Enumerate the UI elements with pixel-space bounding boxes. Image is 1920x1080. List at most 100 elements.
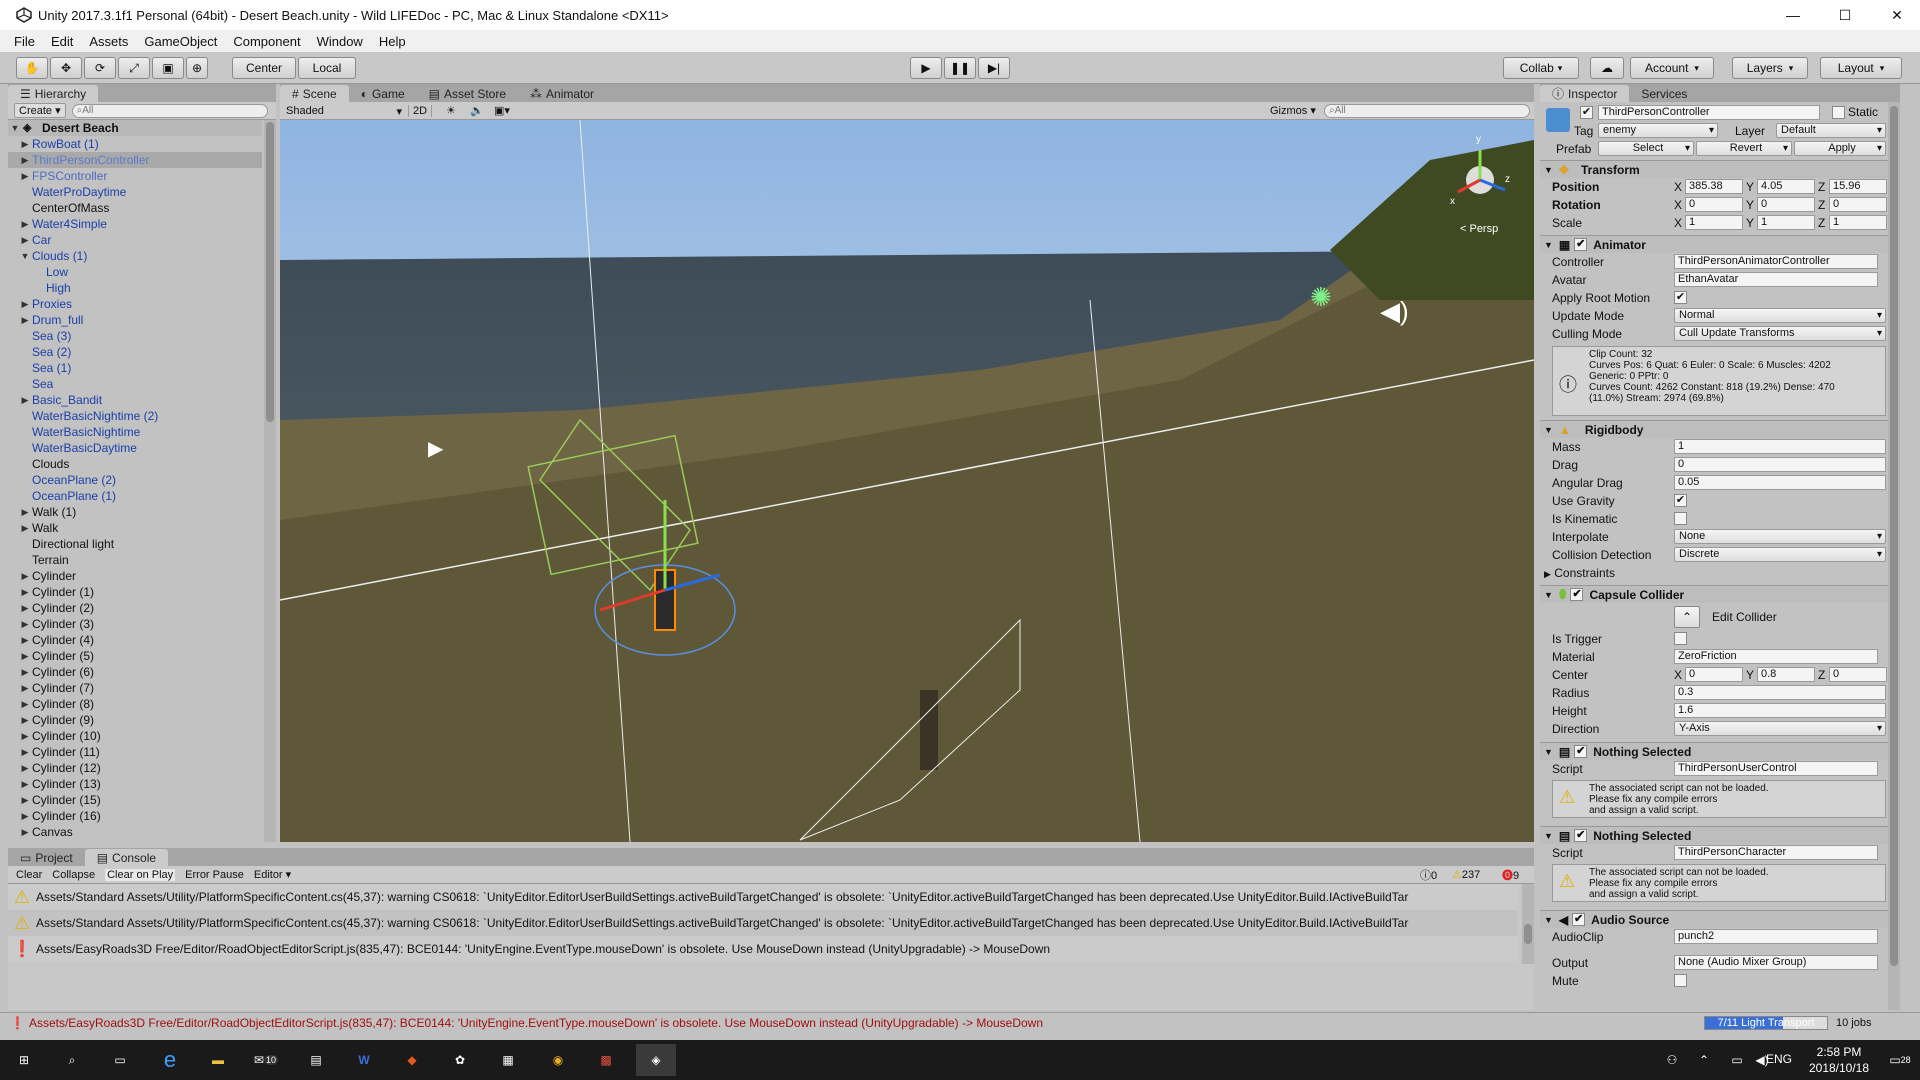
bandit-character[interactable] xyxy=(920,690,938,770)
create-dropdown[interactable]: Create ▾ xyxy=(14,103,66,118)
console-scroll-thumb[interactable] xyxy=(1524,924,1532,944)
radius-field[interactable]: 0.3 xyxy=(1674,685,1886,700)
account-button[interactable]: Account ▾ xyxy=(1630,57,1714,79)
hierarchy-item[interactable]: ▶ Walk (1) xyxy=(8,504,262,520)
chrome-button[interactable]: ◉ xyxy=(538,1044,578,1076)
rotate-tool-button[interactable]: ⟳ xyxy=(84,57,116,79)
chevron-right-icon[interactable]: ▶ xyxy=(20,744,30,760)
hierarchy-item[interactable]: ▶ FPSController xyxy=(8,168,262,184)
tab-asset-store[interactable]: ▤ Asset Store xyxy=(417,85,518,102)
hierarchy-item[interactable]: ▶ Cylinder (6) xyxy=(8,664,262,680)
hierarchy-item[interactable]: ▶ Drum_full xyxy=(8,312,262,328)
prefab-apply-button[interactable]: Apply xyxy=(1794,141,1886,156)
error-pause-button[interactable]: Error Pause xyxy=(185,869,244,881)
script1-header[interactable]: ▼ ▤ ✔ Nothing Selected xyxy=(1540,742,1900,760)
interpolate-dropdown[interactable]: None xyxy=(1674,529,1886,544)
avatar-field[interactable]: EthanAvatar xyxy=(1674,272,1878,287)
pause-button[interactable]: ❚❚ xyxy=(944,57,976,79)
hierarchy-item[interactable]: ▶ Cylinder (4) xyxy=(8,632,262,648)
app-button-4[interactable]: ▩ xyxy=(586,1044,626,1076)
hierarchy-item[interactable]: ▶ Water4Simple xyxy=(8,216,262,232)
position-z-field[interactable]: 15.96 xyxy=(1829,179,1887,194)
hierarchy-item[interactable]: ▶ Cylinder (15) xyxy=(8,792,262,808)
close-button[interactable]: ✕ xyxy=(1874,0,1920,30)
tab-hierarchy[interactable]: ☰ Hierarchy xyxy=(8,85,99,102)
layout-button[interactable]: Layout ▾ xyxy=(1820,57,1902,79)
constraints-row[interactable]: ▶ Constraints xyxy=(1544,566,1615,580)
network-button[interactable]: ▭ xyxy=(1724,1044,1750,1076)
x-axis-label[interactable]: X xyxy=(1674,198,1682,212)
menu-edit[interactable]: Edit xyxy=(51,34,73,49)
hierarchy-item[interactable]: Sea (1) xyxy=(8,360,262,376)
prefab-select-button[interactable]: Select xyxy=(1598,141,1694,156)
scale-y-field[interactable]: 1 xyxy=(1757,215,1815,230)
menu-file[interactable]: File xyxy=(14,34,35,49)
chevron-right-icon[interactable]: ▶ xyxy=(20,600,30,616)
app-button[interactable]: ▤ xyxy=(296,1044,336,1076)
hierarchy-item[interactable]: ▶ Cylinder (16) xyxy=(8,808,262,824)
clock[interactable]: 2:58 PM 2018/10/18 xyxy=(1800,1044,1878,1076)
chevron-right-icon[interactable]: ▶ xyxy=(20,632,30,648)
chevron-right-icon[interactable]: ▶ xyxy=(20,792,30,808)
step-button[interactable]: ▶| xyxy=(978,57,1010,79)
audio-source-header[interactable]: ▼ ◀ ✔ Audio Source xyxy=(1540,910,1900,928)
rotation-x-field[interactable]: 0 xyxy=(1685,197,1743,212)
rect-tool-button[interactable]: ▣ xyxy=(152,57,184,79)
edge-button[interactable]: e xyxy=(150,1044,190,1076)
chevron-right-icon[interactable]: ▶ xyxy=(20,664,30,680)
hierarchy-item[interactable]: ▶ Cylinder (5) xyxy=(8,648,262,664)
hierarchy-item[interactable]: Directional light xyxy=(8,536,262,552)
collapse-button[interactable]: Collapse xyxy=(52,869,95,881)
minimize-button[interactable]: — xyxy=(1770,0,1816,30)
rotation-y-field[interactable]: 0 xyxy=(1757,197,1815,212)
word-button[interactable]: W xyxy=(344,1044,384,1076)
menu-window[interactable]: Window xyxy=(317,34,363,49)
hierarchy-item[interactable]: OceanPlane (2) xyxy=(8,472,262,488)
hierarchy-item[interactable]: ▶ Walk xyxy=(8,520,262,536)
clear-button[interactable]: Clear xyxy=(16,869,42,881)
position-x-field[interactable]: 385.38 xyxy=(1685,179,1743,194)
gizmos-dropdown[interactable]: Gizmos ▾ xyxy=(1270,104,1316,117)
hierarchy-item[interactable]: Low xyxy=(8,264,262,280)
hierarchy-item[interactable]: OceanPlane (1) xyxy=(8,488,262,504)
hierarchy-item[interactable]: Clouds xyxy=(8,456,262,472)
search-button[interactable]: ⌕ xyxy=(52,1044,92,1076)
mail-button[interactable]: ✉ 10 xyxy=(246,1044,286,1076)
y-axis-label[interactable]: Y xyxy=(1746,180,1754,194)
shading-dropdown[interactable]: Shaded ▾ xyxy=(286,105,402,118)
chevron-right-icon[interactable]: ▶ xyxy=(20,232,30,248)
hierarchy-item[interactable]: ▶ Cylinder (9) xyxy=(8,712,262,728)
transform-header[interactable]: ▼ ✥ Transform xyxy=(1540,160,1900,178)
cloud-button[interactable]: ☁ xyxy=(1590,57,1624,79)
people-button[interactable]: ⚇ xyxy=(1652,1044,1692,1076)
tab-animator[interactable]: ⁂ Animator xyxy=(518,85,606,102)
tab-services[interactable]: Services xyxy=(1629,85,1699,102)
collision-detection-dropdown[interactable]: Discrete xyxy=(1674,547,1886,562)
chevron-right-icon[interactable]: ▶ xyxy=(20,616,30,632)
chevron-right-icon[interactable]: ▶ xyxy=(20,584,30,600)
audioclip-field[interactable]: punch2 xyxy=(1674,929,1878,944)
editor-dropdown[interactable]: Editor ▾ xyxy=(254,868,291,881)
hierarchy-item[interactable]: CenterOfMass xyxy=(8,200,262,216)
transform-tool-button[interactable]: ⊕ xyxy=(186,57,208,79)
app-button-3[interactable]: ✿ xyxy=(440,1044,480,1076)
log-row[interactable]: ⚠ Assets/Standard Assets/Utility/Platform… xyxy=(8,910,1518,936)
tab-game[interactable]: ◐ Game xyxy=(349,85,417,102)
hierarchy-item[interactable]: ▶ Basic_Bandit xyxy=(8,392,262,408)
scene-viewport[interactable]: ▶ ✺ ◀) y x z < Persp xyxy=(280,120,1534,842)
capsule-enabled-checkbox[interactable]: ✔ xyxy=(1570,588,1584,601)
use-gravity-checkbox[interactable]: ✔ xyxy=(1674,494,1687,507)
hierarchy-item[interactable]: ▶ Cylinder (10) xyxy=(8,728,262,744)
hierarchy-item[interactable]: ▶ Cylinder (2) xyxy=(8,600,262,616)
script1-field[interactable]: ThirdPersonUserControl xyxy=(1674,761,1878,776)
tag-dropdown[interactable]: enemy xyxy=(1598,123,1718,138)
chevron-right-icon[interactable]: ▶ xyxy=(20,504,30,520)
active-checkbox[interactable]: ✔ xyxy=(1580,106,1593,119)
inspector-scrollbar[interactable] xyxy=(1888,102,1900,1010)
menu-component[interactable]: Component xyxy=(233,34,300,49)
chevron-right-icon[interactable]: ▶ xyxy=(20,712,30,728)
hierarchy-item[interactable]: ▶ Cylinder (12) xyxy=(8,760,262,776)
hierarchy-item[interactable]: WaterProDaytime xyxy=(8,184,262,200)
capsule-collider-header[interactable]: ▼ ⬮ ✔ Capsule Collider xyxy=(1540,585,1900,603)
animator-header[interactable]: ▼ ▦ ✔ Animator xyxy=(1540,235,1900,253)
